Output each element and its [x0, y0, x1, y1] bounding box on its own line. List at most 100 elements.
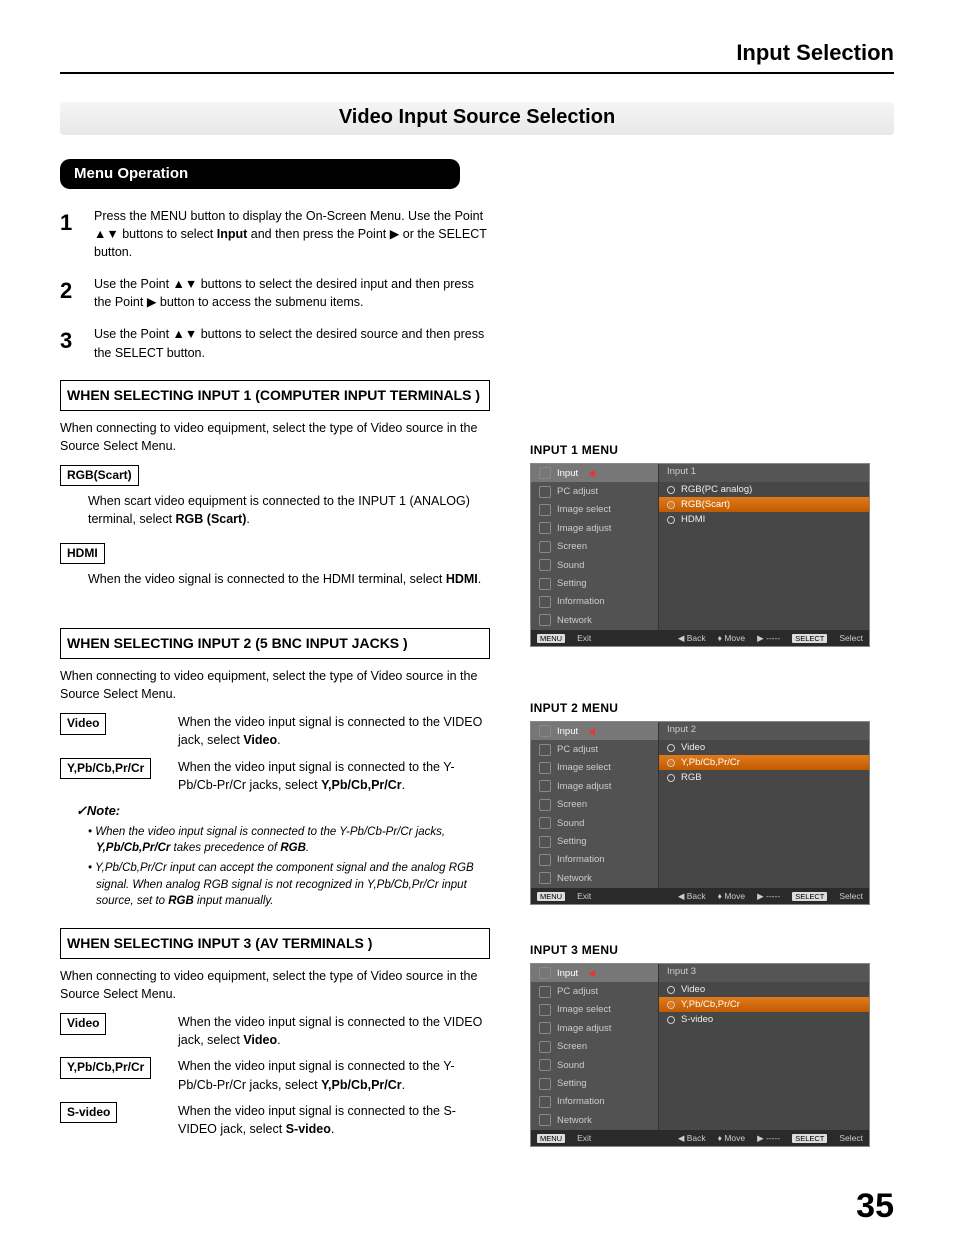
- input3-menu-screenshot: Input◀PC adjustImage selectImage adjust S…: [530, 963, 870, 1147]
- osd-left-item: Network: [531, 869, 658, 887]
- osd-option: RGB: [659, 770, 869, 785]
- osd-option: HDMI: [659, 512, 869, 527]
- osd-left-item: Image adjust: [531, 777, 658, 795]
- menu-icon: [539, 780, 551, 792]
- osd-left-item: Image adjust: [531, 1019, 658, 1037]
- menu-icon: [539, 1041, 551, 1053]
- right-column: INPUT 1 MENU Input◀PC adjustImage select…: [530, 159, 894, 1157]
- step-3: 3 Use the Point ▲▼ buttons to select the…: [60, 325, 490, 361]
- osd-left-item: Information: [531, 1093, 658, 1111]
- hdmi-desc: When the video signal is connected to th…: [88, 570, 490, 588]
- input2-menu-screenshot: Input◀PC adjustImage selectImage adjustS…: [530, 721, 870, 905]
- rgb-scart-label: RGB(Scart): [60, 465, 139, 486]
- input3-menu-label: INPUT 3 MENU: [530, 943, 894, 957]
- menu-icon: [539, 967, 551, 979]
- radio-icon: [667, 1001, 675, 1009]
- step-number: 2: [60, 275, 78, 311]
- osd-left-item: Screen: [531, 796, 658, 814]
- osd-option: Video: [659, 740, 869, 755]
- osd-option: Video: [659, 982, 869, 997]
- osd-left-item: Input◀: [531, 722, 658, 740]
- radio-icon: [667, 986, 675, 994]
- menu-icon: [539, 504, 551, 516]
- section-title: Video Input Source Selection: [60, 102, 894, 135]
- left-column: Menu Operation 1 Press the MENU button t…: [60, 159, 490, 1157]
- radio-icon: [667, 486, 675, 494]
- menu-icon: [539, 486, 551, 498]
- video3-desc: When the video input signal is connected…: [178, 1013, 490, 1049]
- ypbcr-label: Y,Pb/Cb,Pr/Cr: [60, 758, 151, 779]
- input1-menu-screenshot: Input◀PC adjustImage selectImage adjustS…: [530, 463, 870, 647]
- osd-left-item: Setting: [531, 832, 658, 850]
- input1-heading: WHEN SELECTING INPUT 1 (COMPUTER INPUT T…: [60, 380, 490, 411]
- osd-option: RGB(Scart): [659, 497, 869, 512]
- radio-icon: [667, 516, 675, 524]
- menu-icon: [539, 467, 551, 479]
- menu-icon: [539, 1096, 551, 1108]
- radio-icon: [667, 501, 675, 509]
- chapter-title: Input Selection: [60, 40, 894, 66]
- input2-menu-label: INPUT 2 MENU: [530, 701, 894, 715]
- input1-menu-label: INPUT 1 MENU: [530, 443, 894, 457]
- step-1: 1 Press the MENU button to display the O…: [60, 207, 490, 261]
- osd-left-item: PC adjust: [531, 482, 658, 500]
- menu-icon: [539, 578, 551, 590]
- ypbcr-desc: When the video input signal is connected…: [178, 758, 490, 794]
- menu-icon: [539, 614, 551, 626]
- radio-icon: [667, 1016, 675, 1024]
- video-desc: When the video input signal is connected…: [178, 713, 490, 749]
- osd-left-item: Image adjust: [531, 519, 658, 537]
- step-text: Use the Point ▲▼ buttons to select the d…: [94, 325, 490, 361]
- input1-intro: When connecting to video equipment, sele…: [60, 419, 490, 455]
- page-header: Input Selection: [60, 40, 894, 74]
- menu-icon: [539, 762, 551, 774]
- menu-icon: [539, 541, 551, 553]
- input2-heading: WHEN SELECTING INPUT 2 (5 BNC INPUT JACK…: [60, 628, 490, 659]
- menu-icon: [539, 799, 551, 811]
- step-2: 2 Use the Point ▲▼ buttons to select the…: [60, 275, 490, 311]
- osd-left-item: Setting: [531, 574, 658, 592]
- osd-left-item: Screen: [531, 538, 658, 556]
- osd-left-item: Sound: [531, 556, 658, 574]
- menu-icon: [539, 1114, 551, 1126]
- osd-option: RGB(PC analog): [659, 482, 869, 497]
- ypbcr3-label: Y,Pb/Cb,Pr/Cr: [60, 1057, 151, 1078]
- menu-icon: [539, 854, 551, 866]
- step-text: Use the Point ▲▼ buttons to select the d…: [94, 275, 490, 311]
- osd-left-item: Input◀: [531, 964, 658, 982]
- menu-icon: [539, 872, 551, 884]
- menu-icon: [539, 1059, 551, 1071]
- menu-icon: [539, 744, 551, 756]
- radio-icon: [667, 744, 675, 752]
- osd-left-item: PC adjust: [531, 982, 658, 1000]
- osd-left-item: Input◀: [531, 464, 658, 482]
- step-text: Press the MENU button to display the On-…: [94, 207, 490, 261]
- video3-label: Video: [60, 1013, 106, 1034]
- ypbcr3-desc: When the video input signal is connected…: [178, 1057, 490, 1093]
- osd-left-item: Image select: [531, 501, 658, 519]
- osd-left-item: Network: [531, 1111, 658, 1129]
- menu-icon: [539, 836, 551, 848]
- osd-left-item: Information: [531, 851, 658, 869]
- osd-footer: MENUExit◀ Back♦ Move▶ -----SELECTSelect: [531, 1130, 869, 1146]
- osd-option: Y,Pb/Cb,Pr/Cr: [659, 755, 869, 770]
- menu-icon: [539, 1078, 551, 1090]
- menu-icon: [539, 986, 551, 998]
- osd-submenu-header: Input 2: [659, 722, 869, 740]
- osd-footer: MENUExit◀ Back♦ Move▶ -----SELECTSelect: [531, 630, 869, 646]
- osd-left-item: Sound: [531, 1056, 658, 1074]
- osd-left-item: Image select: [531, 1001, 658, 1019]
- page-number: 35: [60, 1187, 894, 1226]
- check-icon: ✓: [76, 803, 87, 818]
- osd-left-item: Image select: [531, 759, 658, 777]
- radio-icon: [667, 774, 675, 782]
- menu-icon: [539, 1022, 551, 1034]
- menu-icon: [539, 559, 551, 571]
- step-number: 1: [60, 207, 78, 261]
- osd-footer: MENUExit◀ Back♦ Move▶ -----SELECTSelect: [531, 888, 869, 904]
- menu-operation-heading: Menu Operation: [60, 159, 460, 189]
- hdmi-label: HDMI: [60, 543, 105, 564]
- osd-submenu-header: Input 3: [659, 964, 869, 982]
- step-number: 3: [60, 325, 78, 361]
- menu-icon: [539, 817, 551, 829]
